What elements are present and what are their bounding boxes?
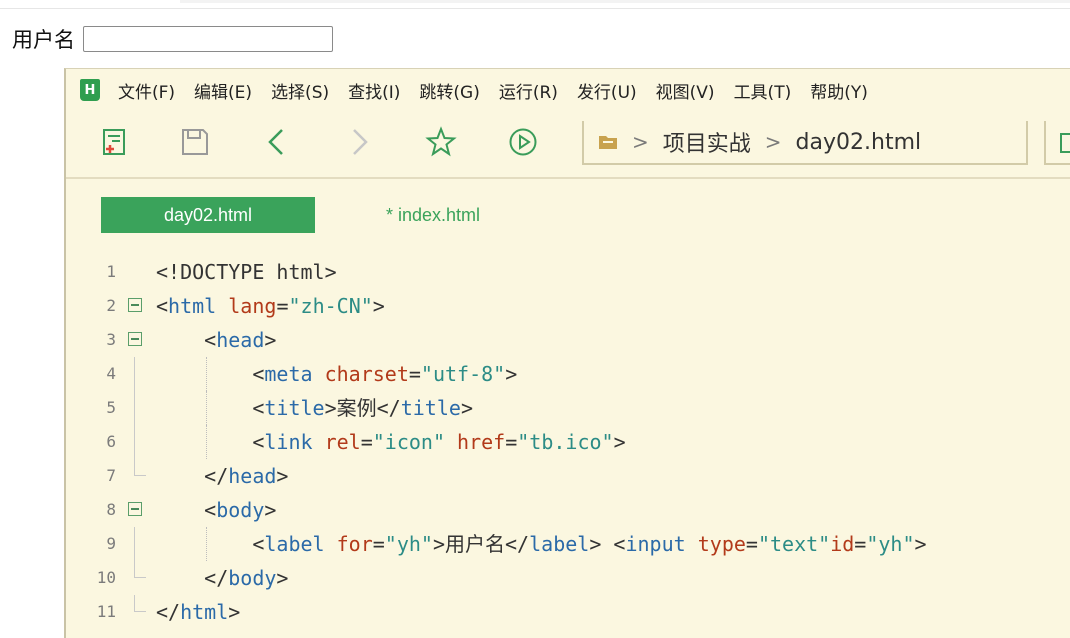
code-text: </html> <box>156 600 241 624</box>
save-button[interactable] <box>178 125 212 159</box>
code-line[interactable]: 5 <title>案例</title> <box>66 391 1070 425</box>
code-line[interactable]: 2 <html lang="zh-CN"> <box>66 289 1070 323</box>
chevron-right-icon: > <box>764 130 782 154</box>
menu-help[interactable]: 帮助(Y) <box>810 78 868 103</box>
line-number: 2 <box>106 296 116 315</box>
line-number: 6 <box>106 432 116 451</box>
fold-toggle-icon[interactable] <box>128 332 142 346</box>
code-line[interactable]: 10 </body> <box>66 561 1070 595</box>
fold-guide <box>134 391 135 425</box>
menu-goto[interactable]: 跳转(G) <box>419 78 479 103</box>
menu-bar: H 文件(F) 编辑(E) 选择(S) 查找(I) 跳转(G) 运行(R) 发行… <box>66 69 1070 111</box>
menu-file[interactable]: 文件(F) <box>118 78 175 103</box>
indent-guide <box>206 391 208 425</box>
panel-icon <box>1060 133 1070 153</box>
toolbar: > 项目实战 > day02.html <box>66 115 1070 173</box>
menu-run[interactable]: 运行(R) <box>499 78 558 103</box>
menu-find[interactable]: 查找(I) <box>348 78 400 103</box>
line-number: 8 <box>106 500 116 519</box>
breadcrumb-project[interactable]: 项目实战 <box>663 126 751 158</box>
code-line[interactable]: 6 <link rel="icon" href="tb.ico"> <box>66 425 1070 459</box>
line-number: 10 <box>96 568 116 587</box>
line-number: 1 <box>106 262 116 281</box>
chevron-right-icon: > <box>632 130 649 154</box>
favorite-button[interactable] <box>424 125 458 159</box>
line-number: 3 <box>106 330 116 349</box>
indent-guide <box>206 357 208 391</box>
menu-publish[interactable]: 发行(U) <box>577 78 637 103</box>
line-number: 4 <box>106 364 116 383</box>
code-line[interactable]: 3 <head> <box>66 323 1070 357</box>
line-number: 11 <box>96 602 116 621</box>
username-input[interactable] <box>83 26 333 52</box>
fold-end-guide <box>134 459 146 476</box>
menu-tools[interactable]: 工具(T) <box>734 78 792 103</box>
indent-guide <box>206 527 208 561</box>
run-icon <box>509 128 537 156</box>
hbuilder-logo-icon: H <box>80 79 100 101</box>
back-button[interactable] <box>260 125 294 159</box>
rendered-form-row: 用户名 <box>12 22 333 56</box>
code-line[interactable]: 8 <body> <box>66 493 1070 527</box>
code-text: <title>案例</title> <box>252 396 473 420</box>
code-text: </body> <box>204 566 289 590</box>
fold-toggle-icon[interactable] <box>128 502 142 516</box>
new-file-icon <box>103 129 125 155</box>
toolbar-overflow-button[interactable] <box>1044 121 1070 165</box>
code-text: <meta charset="utf-8"> <box>252 362 518 386</box>
fold-guide <box>134 527 135 561</box>
folder-icon <box>599 136 617 149</box>
code-line[interactable]: 11 </html> <box>66 595 1070 629</box>
browser-top-strip <box>0 0 1070 9</box>
username-label: 用户名 <box>12 28 75 52</box>
code-text: <head> <box>204 328 277 352</box>
code-text: <link rel="icon" href="tb.ico"> <box>252 430 626 454</box>
forward-button[interactable] <box>342 125 376 159</box>
indent-guide <box>206 425 208 459</box>
browser-tab-strip <box>180 0 1070 3</box>
fold-toggle-icon[interactable] <box>128 298 142 312</box>
code-editor[interactable]: 1 <!DOCTYPE html> 2 <html lang="zh-CN"> 3 <he… <box>66 255 1070 629</box>
code-line[interactable]: 7 </head> <box>66 459 1070 493</box>
menu-edit[interactable]: 编辑(E) <box>194 78 252 103</box>
fold-guide <box>134 357 135 391</box>
menu-view[interactable]: 视图(V) <box>656 78 715 103</box>
tab-day02[interactable]: day02.html <box>101 197 315 233</box>
code-line[interactable]: 9 <label for="yh">用户名</label> <input type… <box>66 527 1070 561</box>
chevron-right-icon <box>353 129 368 155</box>
code-text: <html lang="zh-CN"> <box>156 294 385 318</box>
code-text: <!DOCTYPE html> <box>156 260 337 284</box>
line-number: 9 <box>106 534 116 553</box>
code-text: </head> <box>204 464 289 488</box>
run-button[interactable] <box>506 125 540 159</box>
fold-end-guide <box>134 595 146 612</box>
fold-guide <box>134 425 135 459</box>
save-icon <box>182 129 208 155</box>
toolbar-divider <box>66 177 1070 179</box>
menu-select[interactable]: 选择(S) <box>271 78 329 103</box>
line-number: 7 <box>106 466 116 485</box>
breadcrumb-file[interactable]: day02.html <box>796 130 922 155</box>
chevron-left-icon <box>268 129 283 155</box>
line-number: 5 <box>106 398 116 417</box>
star-icon <box>425 126 457 157</box>
fold-end-guide <box>134 561 146 578</box>
tab-index[interactable]: * index.html <box>386 197 480 233</box>
code-line[interactable]: 1 <!DOCTYPE html> <box>66 255 1070 289</box>
new-file-button[interactable] <box>96 125 130 159</box>
code-line[interactable]: 4 <meta charset="utf-8"> <box>66 357 1070 391</box>
breadcrumb: > 项目实战 > day02.html <box>582 121 1028 165</box>
hbuilder-editor-window: H 文件(F) 编辑(E) 选择(S) 查找(I) 跳转(G) 运行(R) 发行… <box>64 68 1070 638</box>
code-text: <body> <box>204 498 277 522</box>
code-text: <label for="yh">用户名</label> <input type=… <box>252 532 927 556</box>
